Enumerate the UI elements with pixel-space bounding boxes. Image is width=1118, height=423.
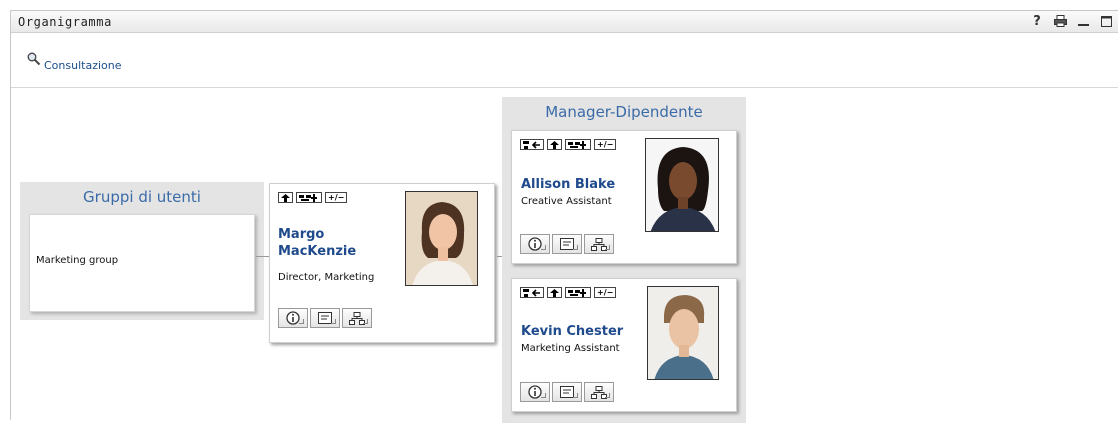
card-actions	[520, 382, 614, 402]
person-name[interactable]: Allison Blake	[521, 176, 615, 193]
person-photo	[405, 191, 478, 286]
user-groups-title: Gruppi di utenti	[83, 188, 201, 206]
maximize-icon[interactable]	[1099, 13, 1113, 29]
person-card-allison: +/− Allison Blake Creative Assistant	[511, 130, 737, 264]
back-to-root-icon[interactable]	[520, 287, 544, 298]
group-name: Marketing group	[36, 255, 119, 266]
email-icon[interactable]	[552, 382, 582, 402]
group-card[interactable]: Marketing group	[29, 214, 255, 312]
manager-employee-title: Manager-Dipendente	[545, 103, 703, 121]
portlet-titlebar: Organigramma ?	[11, 11, 1118, 33]
org-chart-icon[interactable]	[342, 308, 372, 328]
card-actions	[520, 234, 614, 254]
up-arrow-icon[interactable]	[547, 139, 562, 150]
connector-line	[256, 256, 270, 257]
minimize-icon[interactable]	[1076, 13, 1090, 29]
info-icon[interactable]	[278, 308, 308, 328]
portlet-title: Organigramma	[18, 15, 112, 29]
card-nav: +/−	[278, 192, 348, 203]
toolbar: Consultazione	[11, 34, 1118, 88]
person-first-name: Margo	[278, 227, 325, 242]
back-to-root-icon[interactable]	[520, 139, 544, 150]
plus-minus-icon[interactable]: +/−	[594, 287, 617, 298]
org-chart-icon[interactable]	[584, 382, 614, 402]
email-icon[interactable]	[552, 234, 582, 254]
window-controls: ?	[1030, 13, 1113, 29]
person-role: Marketing Assistant	[521, 343, 620, 354]
up-arrow-icon[interactable]	[547, 287, 562, 298]
expand-org-icon[interactable]	[296, 192, 322, 203]
email-icon[interactable]	[310, 308, 340, 328]
person-role: Creative Assistant	[521, 196, 612, 207]
user-groups-panel: Gruppi di utenti Marketing group	[20, 182, 264, 320]
person-name[interactable]: Kevin Chester	[521, 323, 623, 340]
person-card-kevin: +/− Kevin Chester Marketing Assistant	[511, 278, 737, 412]
org-chart-canvas: Gruppi di utenti Marketing group +/− Mar…	[11, 89, 1118, 423]
card-nav: +/−	[520, 287, 617, 298]
lookup-label: Consultazione	[44, 59, 122, 72]
card-nav: +/−	[520, 139, 617, 150]
portlet-window: Organigramma ? Consultazione Gruppi di u…	[10, 10, 1118, 423]
info-icon[interactable]	[520, 382, 550, 402]
person-role: Director, Marketing	[278, 272, 375, 283]
plus-minus-icon[interactable]: +/−	[325, 192, 348, 203]
person-photo	[645, 138, 719, 232]
expand-org-icon[interactable]	[565, 287, 591, 298]
card-actions	[278, 308, 372, 328]
lookup-link[interactable]: Consultazione	[27, 52, 122, 72]
up-arrow-icon[interactable]	[278, 192, 293, 203]
info-icon[interactable]	[520, 234, 550, 254]
print-icon[interactable]	[1053, 13, 1067, 29]
person-card-margo: +/− Margo MacKenzie Director, Marketing	[269, 183, 495, 343]
expand-org-icon[interactable]	[565, 139, 591, 150]
person-photo	[647, 286, 719, 380]
person-name[interactable]: Margo MacKenzie	[278, 226, 356, 260]
help-icon[interactable]: ?	[1030, 13, 1044, 29]
magnifier-icon	[27, 52, 41, 66]
org-chart-icon[interactable]	[584, 234, 614, 254]
person-last-name: MacKenzie	[278, 244, 357, 259]
plus-minus-icon[interactable]: +/−	[594, 139, 617, 150]
